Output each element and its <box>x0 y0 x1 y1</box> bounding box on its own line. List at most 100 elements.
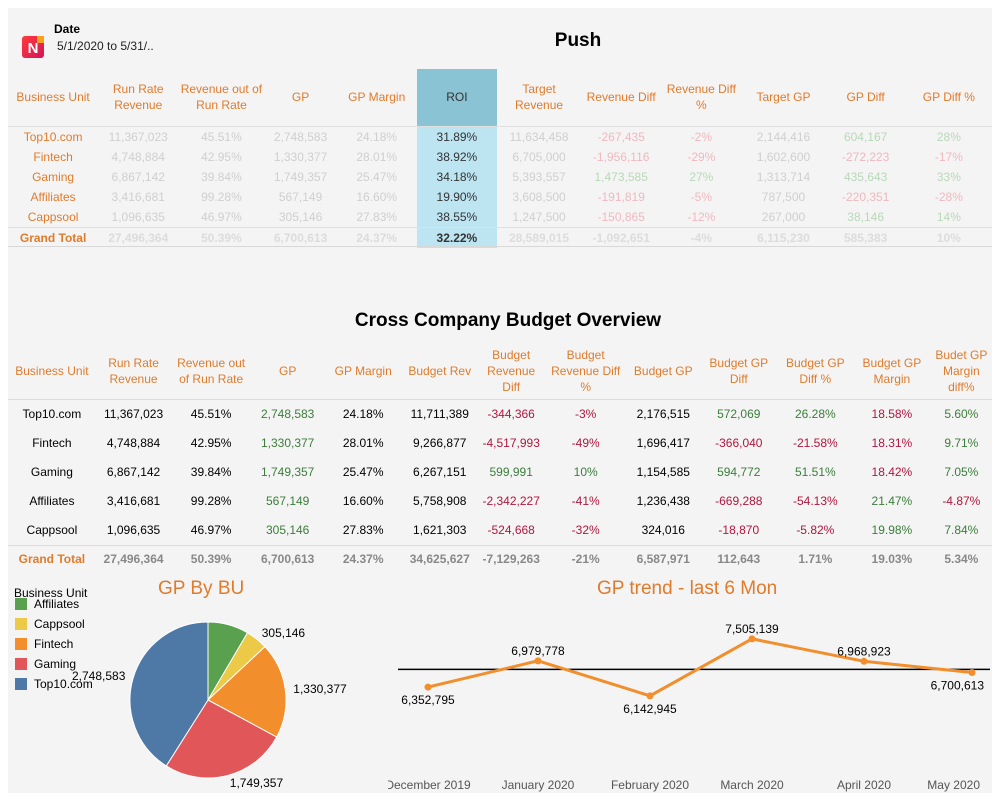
x-tick-label: March 2020 <box>720 778 784 792</box>
push-cell-revenue-diff: -1,956,116 <box>592 149 650 164</box>
trend-point[interactable] <box>646 692 654 700</box>
budget-cell-budget-gp: 324,016 <box>641 523 685 537</box>
budget-cell-gp: 1,330,377 <box>260 436 315 450</box>
budget-cell-budget-gp-diff: -54.13% <box>792 494 838 508</box>
brand-logo-icon: N <box>22 36 44 58</box>
push-col-run-rate-revenue[interactable]: Run Rate Revenue <box>98 69 178 126</box>
budget-cell-business-unit: Grand Total <box>8 544 96 572</box>
budget-cell-gp: 305,146 <box>265 523 310 537</box>
push-cell-target-revenue: 28,589,015 <box>496 226 582 248</box>
push-cell-business-unit: Affiliates <box>30 189 76 204</box>
budget-cell-revenue-out-of-run-rate: 46.97% <box>190 523 232 537</box>
budget-cell-gp-margin: 24.37% <box>324 544 402 572</box>
push-cell-target-revenue: 6,705,000 <box>512 149 566 164</box>
push-cell-business-unit: Top10.com <box>8 125 99 147</box>
budget-cell-budget-revenue-diff: -21% <box>544 544 627 572</box>
budget-cell-budget-revenue-diff: -524,668 <box>487 523 535 537</box>
trend-point[interactable] <box>534 657 542 665</box>
push-col-roi[interactable]: ROI <box>416 69 497 126</box>
budget-cell-gp: 567,149 <box>265 494 310 508</box>
budget-cell-budget-rev: 1,621,303 <box>413 523 467 537</box>
push-col-revenue-out-of-run-rate[interactable]: Revenue out of Run Rate <box>178 69 264 126</box>
budget-col-gp-margin[interactable]: GP Margin <box>324 344 402 399</box>
budget-cell-budget-gp: 1,696,417 <box>636 436 690 450</box>
budget-cell-budget-gp: 6,587,971 <box>626 544 700 572</box>
trend-point[interactable] <box>968 669 976 677</box>
legend-swatch <box>15 638 27 650</box>
budget-cell-budget-gp-diff: -21.58% <box>792 436 838 450</box>
budget-row: Top10.com 11,367,023 45.51% 2,748,583 24.18%… <box>8 398 992 429</box>
push-cell-revenue-out-of-run-rate: 99.28% <box>201 189 242 204</box>
budget-cell-revenue-out-of-run-rate: 99.28% <box>190 494 232 508</box>
budget-cell-business-unit: Cappsool <box>26 523 78 537</box>
push-cell-revenue-diff: -29% <box>687 149 716 164</box>
push-col-gp[interactable]: GP <box>265 69 337 126</box>
push-cell-revenue-diff: -1,092,651 <box>581 226 662 248</box>
pie-data-label: 1,749,357 <box>230 776 284 790</box>
push-col-target-gp[interactable]: Target GP <box>741 69 825 126</box>
push-col-gp-diff[interactable]: GP Diff <box>826 69 906 126</box>
push-cell-gp-margin: 24.37% <box>336 226 417 248</box>
budget-cell-run-rate-revenue: 27,496,364 <box>95 544 172 572</box>
budget-cell-budget-gp-diff: -366,040 <box>715 436 763 450</box>
push-cell-target-revenue: 1,247,500 <box>512 209 566 224</box>
push-cell-gp: 1,330,377 <box>273 149 328 164</box>
date-filter-value[interactable]: 5/1/2020 to 5/31/.. <box>57 39 154 53</box>
budget-cell-run-rate-revenue: 3,416,681 <box>106 494 161 508</box>
budget-cell-run-rate-revenue: 1,096,635 <box>106 523 161 537</box>
push-cell-revenue-diff: -5% <box>690 189 713 204</box>
budget-col-gp[interactable]: GP <box>251 344 324 399</box>
push-cell-roi: 31.89% <box>416 125 497 147</box>
budget-col-budget-gp-diff[interactable]: Budget GP Diff % <box>778 344 854 399</box>
budget-col-revenue-out-of-run-rate[interactable]: Revenue out of Run Rate <box>171 344 251 399</box>
pie-data-label: 1,330,377 <box>293 682 347 696</box>
budget-col-budget-gp-margin[interactable]: Budget GP Margin <box>853 344 931 399</box>
budget-row: Affiliates 3,416,681 99.28% 567,149 16.60% 5,… <box>8 487 992 516</box>
budget-col-budget-revenue-diff[interactable]: Budget Revenue Diff % <box>545 344 627 399</box>
budget-cell-budget-gp-margin: 19.03% <box>853 544 931 572</box>
budget-col-budget-rev[interactable]: Budget Rev <box>402 344 478 399</box>
push-row: Affiliates 3,416,681 99.28% 567,149 16.60% 19… <box>8 186 992 207</box>
budget-cell-budget-gp-diff: -18,870 <box>718 523 760 537</box>
push-col-gp-margin[interactable]: GP Margin <box>337 69 417 126</box>
budget-cell-budget-gp: 1,236,438 <box>636 494 690 508</box>
budget-cell-budget-revenue-diff: -32% <box>571 523 600 537</box>
budget-col-budget-revenue-diff[interactable]: Budget Revenue Diff <box>478 344 545 399</box>
budget-cell-business-unit: Affiliates <box>29 494 75 508</box>
push-cell-business-unit: Gaming <box>32 169 75 184</box>
budget-col-budget-gp-diff[interactable]: Budget GP Diff <box>700 344 778 399</box>
push-cell-gp-diff: 604,167 <box>825 125 906 147</box>
push-cell-gp-diff: -272,223 <box>841 149 890 164</box>
budget-col-budet-gp-margin-diff[interactable]: Budet GP Margin diff% <box>931 344 992 399</box>
push-cell-run-rate-revenue: 27,496,364 <box>98 226 179 248</box>
svg-text:N: N <box>28 40 39 57</box>
push-col-business-unit[interactable]: Business Unit <box>8 69 98 126</box>
push-col-revenue-diff[interactable]: Revenue Diff % <box>661 69 741 126</box>
line-chart-title: GP trend - last 6 Mon <box>597 578 778 599</box>
push-cell-gp-margin: 24.18% <box>336 125 417 147</box>
push-col-target-revenue[interactable]: Target Revenue <box>497 69 581 126</box>
budget-col-business-unit[interactable]: Business Unit <box>8 344 96 399</box>
push-cell-gp-diff: 10% <box>905 226 992 248</box>
trend-data-label: 6,700,613 <box>931 679 985 693</box>
budget-title: Cross Company Budget Overview <box>354 310 662 331</box>
trend-point[interactable] <box>748 635 756 643</box>
gp-trend-line-chart: 6,352,795 6,979,778 6,142,945 7,505,139 6,96… <box>388 622 990 792</box>
budget-col-run-rate-revenue[interactable]: Run Rate Revenue <box>96 344 172 399</box>
push-cell-revenue-out-of-run-rate: 50.39% <box>178 226 265 248</box>
budget-cell-budget-gp-margin: 21.47% <box>871 494 913 508</box>
budget-cell-budget-gp-diff: 572,069 <box>700 398 778 429</box>
trend-point[interactable] <box>424 683 432 691</box>
budget-col-budget-gp[interactable]: Budget GP <box>627 344 700 399</box>
push-cell-business-unit: Cappsool <box>27 209 79 224</box>
push-col-gp-diff[interactable]: GP Diff % <box>906 69 992 126</box>
pie-data-label: 2,748,583 <box>72 669 126 683</box>
budget-cell-budget-rev: 5,758,908 <box>413 494 467 508</box>
push-cell-gp-diff: 435,643 <box>843 169 888 184</box>
budget-cell-budget-gp-margin: 18.58% <box>853 398 931 429</box>
legend-swatch <box>15 618 27 630</box>
push-cell-revenue-diff: -4% <box>661 226 742 248</box>
push-col-revenue-diff[interactable]: Revenue Diff <box>581 69 661 126</box>
push-cell-revenue-diff: -150,865 <box>597 209 645 224</box>
trend-point[interactable] <box>860 657 868 665</box>
